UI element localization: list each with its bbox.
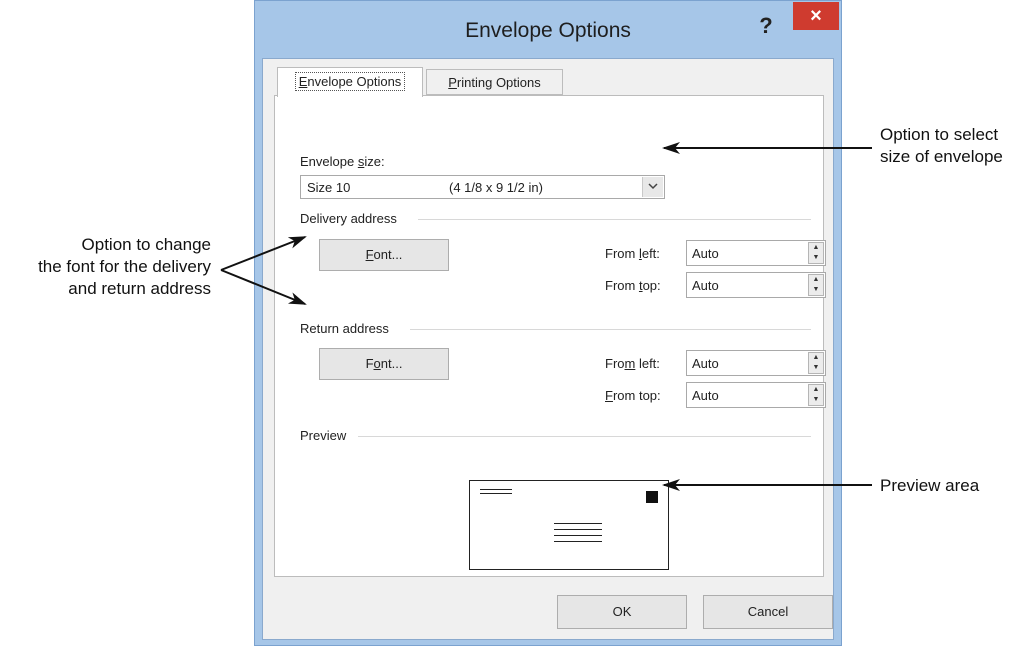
tab-envelope-options-label: Envelope Options bbox=[294, 72, 406, 91]
tab-envelope-rest: nvelope Options bbox=[307, 74, 402, 89]
tab-envelope-options[interactable]: Envelope Options bbox=[277, 67, 423, 97]
callout-arrows bbox=[220, 142, 872, 491]
font-callout-arrow-delivery bbox=[220, 236, 307, 271]
font-callout-arrow-return bbox=[220, 269, 307, 305]
